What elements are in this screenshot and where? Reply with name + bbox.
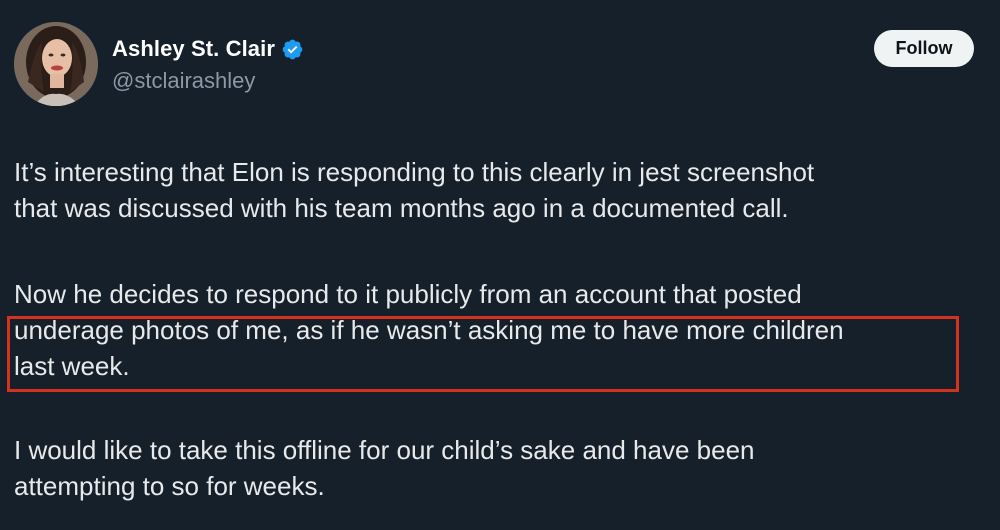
author-display-name[interactable]: Ashley St. Clair — [112, 36, 275, 62]
tweet-text-line: It’s interesting that Elon is responding… — [14, 157, 815, 187]
verified-badge-icon — [281, 38, 304, 61]
tweet-text-line: attempting to so for weeks. — [14, 471, 325, 501]
follow-button[interactable]: Follow — [874, 30, 974, 67]
tweet-text-line: Now he decides to respond to it publicly… — [14, 279, 802, 309]
tweet-paragraph-3: I would like to take this offline for ou… — [14, 432, 984, 504]
tweet-text-line: that was discussed with his team months … — [14, 193, 789, 223]
tweet-paragraph-1: It’s interesting that Elon is responding… — [14, 154, 984, 226]
red-highlight-box — [7, 316, 959, 392]
tweet-text-line: I would like to take this offline for ou… — [14, 435, 755, 465]
avatar[interactable] — [14, 22, 98, 106]
author-name-row: Ashley St. Clair — [112, 34, 304, 64]
author-handle[interactable]: @stclairashley — [112, 68, 255, 94]
profile-photo-icon — [14, 22, 98, 106]
tweet-card: Ashley St. Clair @stclairashley Follow I… — [0, 0, 1000, 530]
